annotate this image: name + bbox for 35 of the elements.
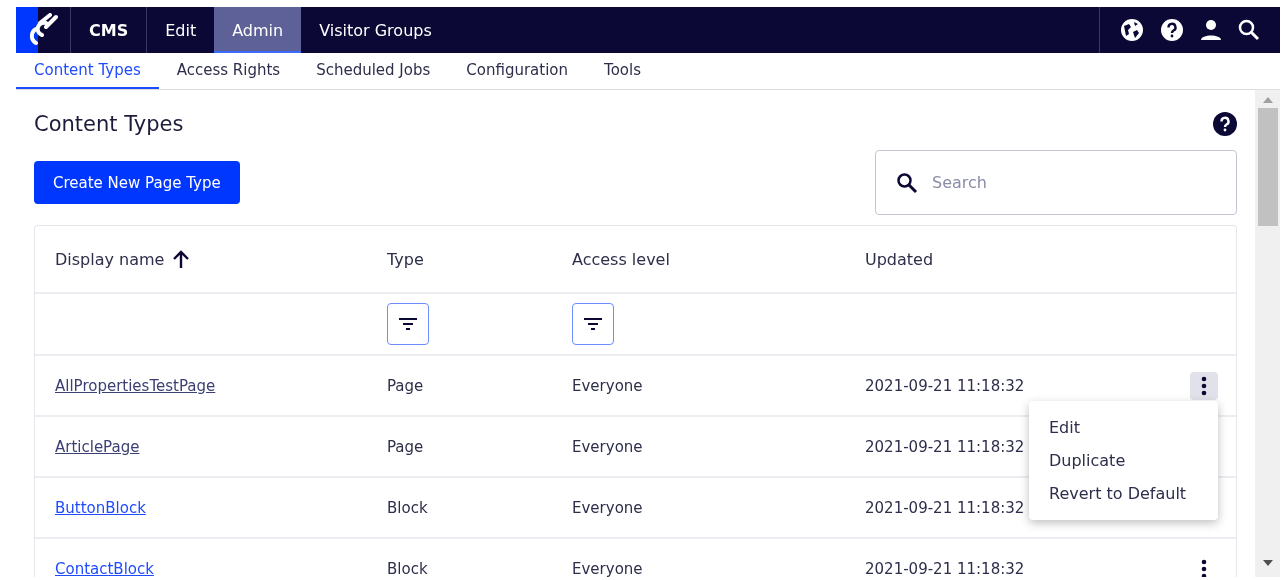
product-menu-item[interactable]: CMS [71, 7, 148, 53]
updated-cell: 2021-09-21 11:18:32 [865, 437, 1025, 456]
menu-item[interactable]: Edit [1029, 411, 1218, 444]
content-type-link[interactable]: ContactBlock [55, 559, 154, 577]
menu-item[interactable]: Duplicate [1029, 444, 1218, 477]
create-button[interactable]: Create New Page Type [34, 161, 240, 204]
updated-cell: 2021-09-21 11:18:32 [865, 376, 1025, 395]
nav-tab[interactable]: Visitor Groups [301, 7, 450, 53]
sub-tab[interactable]: Configuration [448, 53, 587, 89]
column-header[interactable]: Display name [55, 249, 165, 269]
column-header[interactable]: Type [387, 249, 424, 269]
access-level-cell: Everyone [572, 376, 643, 395]
access-level-cell: Everyone [572, 559, 643, 577]
updated-cell: 2021-09-21 11:18:32 [865, 559, 1025, 577]
type-cell: Block [387, 498, 428, 517]
column-header[interactable]: Updated [865, 249, 934, 269]
sub-tab[interactable]: Content Types [16, 53, 159, 89]
content-type-link[interactable]: ButtonBlock [55, 498, 146, 517]
sub-tab[interactable]: Scheduled Jobs [298, 53, 449, 89]
content-type-link[interactable]: AllPropertiesTestPage [55, 376, 216, 395]
nav-tab[interactable]: Admin [214, 7, 302, 53]
updated-cell: 2021-09-21 11:18:32 [865, 498, 1025, 517]
type-cell: Block [387, 559, 428, 577]
type-cell: Page [387, 376, 424, 395]
sub-tab[interactable]: Tools [586, 53, 659, 89]
content-type-link[interactable]: ArticlePage [55, 437, 140, 456]
type-cell: Page [387, 437, 424, 456]
search-field[interactable]: Search [875, 150, 1237, 215]
access-level-cell: Everyone [572, 437, 643, 456]
menu-item[interactable]: Revert to Default [1029, 477, 1218, 510]
page-title: Content Types [34, 112, 184, 136]
column-header[interactable]: Access level [572, 249, 670, 269]
nav-tab[interactable]: Edit [147, 7, 215, 53]
sub-tab[interactable]: Access Rights [158, 53, 299, 89]
access-level-cell: Everyone [572, 498, 643, 517]
